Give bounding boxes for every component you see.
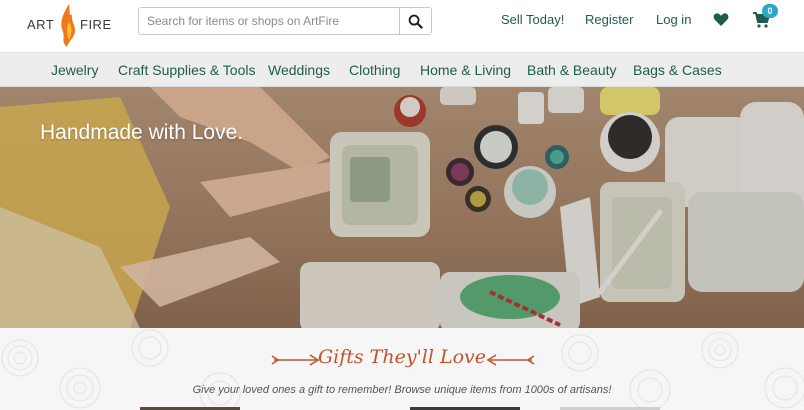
login-link[interactable]: Log in [656, 12, 691, 27]
logo-text-art: ART [27, 17, 55, 32]
search-input[interactable] [139, 8, 401, 34]
hero-banner[interactable]: Handmade with Love. [0, 87, 804, 328]
gifts-subtitle: Give your loved ones a gift to remember!… [192, 384, 612, 396]
sell-today-link[interactable]: Sell Today! [501, 12, 564, 27]
swirl-pattern-background [1, 329, 804, 410]
category-bath-beauty[interactable]: Bath & Beauty [527, 62, 617, 78]
category-craft-supplies[interactable]: Craft Supplies & Tools [118, 62, 255, 78]
category-home-living[interactable]: Home & Living [420, 62, 511, 78]
register-link[interactable]: Register [585, 12, 633, 27]
category-weddings[interactable]: Weddings [268, 62, 330, 78]
search-icon [408, 14, 423, 29]
gifts-section: Gifts They'll Love Give your loved ones … [0, 328, 804, 410]
artfire-logo[interactable]: ART FIRE [27, 2, 115, 50]
search-button[interactable] [399, 8, 431, 34]
cart-count-badge: 0 [762, 4, 778, 18]
flame-icon [61, 4, 75, 47]
gifts-title: Gifts They'll Love [317, 346, 487, 368]
category-bags-cases[interactable]: Bags & Cases [633, 62, 722, 78]
category-jewelry[interactable]: Jewelry [51, 62, 98, 78]
hero-title: Handmade with Love. [40, 121, 244, 144]
logo-text-fire: FIRE [80, 17, 112, 32]
search-bar [138, 7, 432, 35]
category-nav: Jewelry Craft Supplies & Tools Weddings … [0, 53, 804, 87]
category-clothing[interactable]: Clothing [349, 62, 400, 78]
right-arrow-ornament [486, 354, 535, 366]
site-header: ART FIRE Sell Today! Register Log in 0 [0, 0, 804, 53]
heart-icon[interactable] [713, 12, 729, 27]
